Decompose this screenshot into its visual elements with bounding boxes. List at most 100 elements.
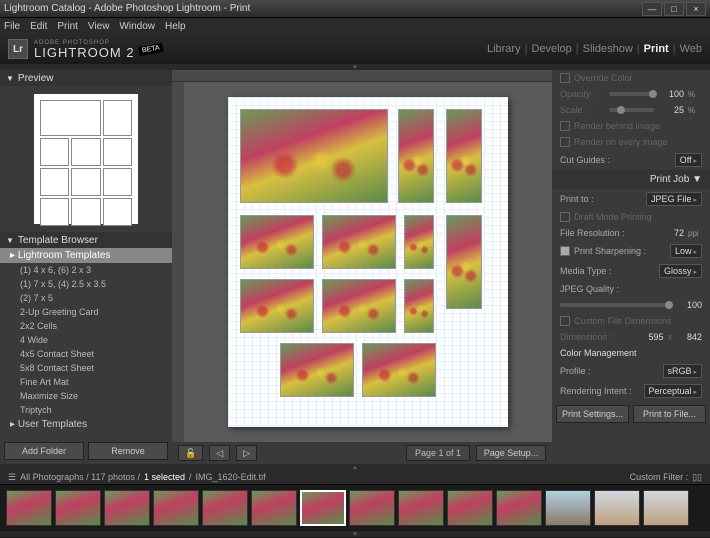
filter-icons[interactable]: ▯▯ (692, 472, 702, 483)
print-job-header[interactable]: Print Job ▼ (552, 170, 710, 189)
filmstrip-thumb[interactable] (153, 490, 199, 526)
template-item[interactable]: 4 Wide (0, 333, 172, 347)
render-behind-checkbox[interactable] (560, 121, 570, 131)
scale-slider[interactable] (609, 108, 654, 112)
sharpening-dropdown[interactable]: Low (670, 244, 702, 258)
print-cell[interactable] (404, 215, 434, 269)
cut-guides-dropdown[interactable]: Off (675, 153, 702, 167)
draft-mode-checkbox[interactable] (560, 212, 570, 222)
menu-help[interactable]: Help (165, 21, 186, 32)
sharpening-checkbox[interactable]: ✓ (560, 246, 570, 256)
filmstrip-thumb[interactable] (251, 490, 297, 526)
filmstrip-thumb[interactable] (104, 490, 150, 526)
page-setup-button[interactable]: Page Setup... (476, 445, 546, 461)
module-web[interactable]: Web (680, 43, 702, 55)
template-browser-header[interactable]: ▼ Template Browser (0, 232, 172, 248)
menu-window[interactable]: Window (119, 21, 155, 32)
template-list: ▸ Lightroom Templates (1) 4 x 6, (6) 2 x… (0, 248, 172, 438)
filmstrip-thumb[interactable] (643, 490, 689, 526)
media-type-dropdown[interactable]: Glossy (659, 264, 702, 278)
module-print[interactable]: Print (644, 43, 669, 55)
center-canvas: 🔓 ◁ ▷ Page 1 of 1 Page Setup... (172, 70, 552, 464)
bottom-grip[interactable] (0, 531, 710, 537)
next-page-button[interactable]: ▷ (236, 445, 257, 461)
print-to-dropdown[interactable]: JPEG File (646, 192, 702, 206)
filmstrip-thumb[interactable] (349, 490, 395, 526)
filmstrip-thumb[interactable] (398, 490, 444, 526)
template-item[interactable]: 2-Up Greeting Card (0, 305, 172, 319)
dimensions-width[interactable]: 595 (638, 332, 664, 342)
jpeg-quality-value: 100 (676, 300, 702, 310)
print-cell[interactable] (322, 215, 396, 269)
window-title: Lightroom Catalog - Adobe Photoshop Ligh… (4, 3, 250, 14)
module-slideshow[interactable]: Slideshow (583, 43, 633, 55)
lock-button[interactable]: 🔓 (178, 445, 203, 461)
custom-dimensions-label: Custom File Dimensions (574, 316, 702, 326)
print-cell[interactable] (240, 279, 314, 333)
print-cell[interactable] (398, 109, 434, 203)
filmstrip-thumb[interactable] (496, 490, 542, 526)
print-cell[interactable] (362, 343, 436, 397)
dimensions-height[interactable]: 842 (676, 332, 702, 342)
disclosure-triangle-icon: ▼ (6, 74, 14, 83)
filmstrip-thumb[interactable] (202, 490, 248, 526)
print-to-file-button[interactable]: Print to File... (633, 405, 706, 423)
profile-dropdown[interactable]: sRGB (663, 364, 702, 378)
breadcrumb-path[interactable]: All Photographs / 117 photos / (20, 472, 140, 482)
filmstrip-thumb-selected[interactable] (300, 490, 346, 526)
rendering-intent-dropdown[interactable]: Perceptual (644, 384, 703, 398)
menu-edit[interactable]: Edit (30, 21, 47, 32)
prev-page-button[interactable]: ◁ (209, 445, 230, 461)
print-cell[interactable] (404, 279, 434, 333)
module-develop[interactable]: Develop (531, 43, 571, 55)
menu-file[interactable]: File (4, 21, 20, 32)
print-page[interactable] (228, 97, 508, 427)
remove-button[interactable]: Remove (88, 442, 168, 460)
template-item[interactable]: 4x5 Contact Sheet (0, 347, 172, 361)
template-item[interactable]: (1) 4 x 6, (6) 2 x 3 (0, 263, 172, 277)
print-cell[interactable] (322, 279, 396, 333)
file-resolution-value[interactable]: 72 (658, 228, 684, 238)
filmstrip-thumb[interactable] (55, 490, 101, 526)
template-item[interactable]: Fine Art Mat (0, 375, 172, 389)
filmstrip[interactable] (0, 484, 710, 531)
menu-print[interactable]: Print (57, 21, 78, 32)
minimize-button[interactable]: — (642, 2, 662, 16)
template-group-lightroom[interactable]: ▸ Lightroom Templates (0, 248, 172, 263)
print-cell[interactable] (240, 109, 388, 203)
draft-mode-label: Draft Mode Printing (574, 212, 702, 222)
color-management-label: Color Management (560, 348, 702, 358)
app-product: LIGHTROOM 2 (34, 46, 135, 59)
template-item[interactable]: Triptych (0, 403, 172, 417)
filmstrip-thumb[interactable] (447, 490, 493, 526)
render-every-checkbox[interactable] (560, 137, 570, 147)
preview-panel-header[interactable]: ▼ Preview (0, 70, 172, 86)
add-folder-button[interactable]: Add Folder (4, 442, 84, 460)
print-cell[interactable] (240, 215, 314, 269)
template-group-user[interactable]: ▸ User Templates (0, 417, 172, 432)
print-cell[interactable] (446, 109, 482, 203)
template-item[interactable]: Maximize Size (0, 389, 172, 403)
jpeg-quality-slider[interactable] (560, 303, 672, 307)
page-indicator: Page 1 of 1 (406, 445, 470, 461)
module-library[interactable]: Library (487, 43, 521, 55)
template-item[interactable]: (1) 7 x 5, (4) 2.5 x 3.5 (0, 277, 172, 291)
grid-view-icon[interactable]: ☰ (8, 472, 16, 483)
template-item[interactable]: 5x8 Contact Sheet (0, 361, 172, 375)
print-cell[interactable] (446, 215, 482, 309)
filmstrip-thumb[interactable] (6, 490, 52, 526)
filmstrip-thumb[interactable] (545, 490, 591, 526)
media-type-label: Media Type : (560, 266, 655, 276)
maximize-button[interactable]: □ (664, 2, 684, 16)
template-item[interactable]: 2x2 Cells (0, 319, 172, 333)
right-panel: Override Color Opacity :100% Scale :25% … (552, 70, 710, 464)
menu-view[interactable]: View (88, 21, 110, 32)
filmstrip-thumb[interactable] (594, 490, 640, 526)
override-color-checkbox[interactable] (560, 73, 570, 83)
print-cell[interactable] (280, 343, 354, 397)
template-item[interactable]: (2) 7 x 5 (0, 291, 172, 305)
opacity-slider[interactable] (609, 92, 654, 96)
custom-dimensions-checkbox[interactable] (560, 316, 570, 326)
print-settings-button[interactable]: Print Settings... (556, 405, 629, 423)
close-button[interactable]: × (686, 2, 706, 16)
